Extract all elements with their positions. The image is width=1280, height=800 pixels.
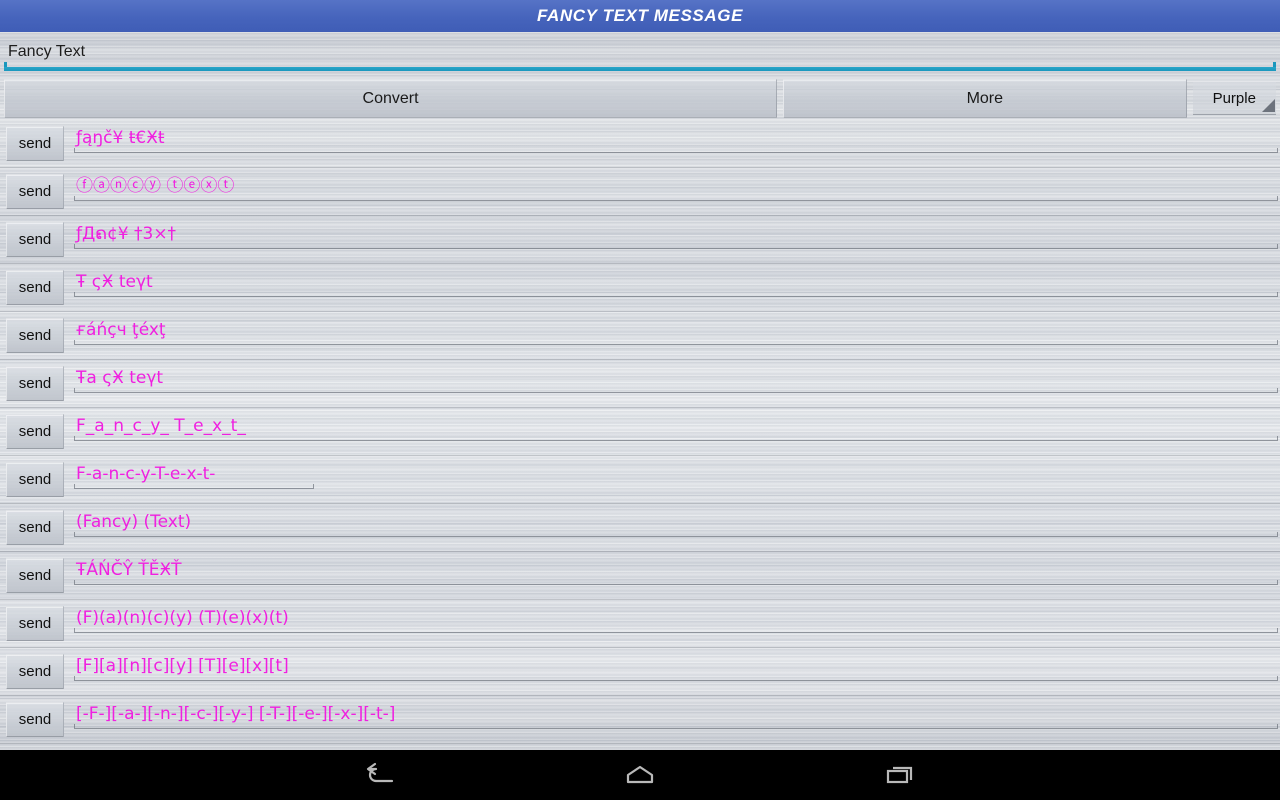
send-button[interactable]: send: [6, 270, 64, 305]
list-item: send [F][a][n][c][y] [T][e][x][t]: [0, 648, 1280, 696]
send-button[interactable]: send: [6, 558, 64, 593]
fancy-text-field-wrapper: F-a-n-c-y-T-e-x-t-: [74, 460, 1280, 500]
list-item: send ғáńçч ţéxţ: [0, 312, 1280, 360]
field-underline: [74, 388, 1278, 393]
fancy-text-field[interactable]: ƒąŋč¥ ŧ€Ӿŧ: [74, 124, 1280, 152]
fancy-text-field-wrapper: F_a_n_c_y_ T_e_x_t_: [74, 412, 1280, 452]
fancy-text-field[interactable]: F-a-n-c-y-T-e-x-t-: [74, 460, 1280, 488]
row-separator: [0, 743, 1280, 744]
more-button[interactable]: More: [783, 79, 1187, 118]
send-button[interactable]: send: [6, 702, 64, 737]
field-underline: [74, 580, 1278, 585]
fancy-text-field[interactable]: (F)(a)(n)(c)(y) (T)(e)(x)(t): [74, 604, 1280, 632]
field-underline: [74, 196, 1278, 201]
spinner-dropdown-icon: [1262, 99, 1275, 112]
fancy-text-field-wrapper: ғáńçч ţéxţ: [74, 316, 1280, 356]
app-title: FANCY TEXT MESSAGE: [536, 6, 744, 25]
list-item: send ŦÁŃČŶ ŤĚӾŤ: [0, 552, 1280, 600]
field-underline: [74, 724, 1278, 729]
color-spinner[interactable]: Purple: [1192, 82, 1276, 115]
fancy-text-field-wrapper: ⓕⓐⓝⓒⓨ ⓣⓔⓧⓣ: [74, 172, 1280, 212]
home-icon[interactable]: [610, 755, 670, 795]
list-item: send (Fancy) (Text): [0, 504, 1280, 552]
action-button-strip: Convert More Purple: [0, 79, 1280, 118]
field-underline: [74, 628, 1278, 633]
send-button[interactable]: send: [6, 318, 64, 353]
list-item: send F-a-n-c-y-T-e-x-t-: [0, 456, 1280, 504]
fancy-text-field[interactable]: [-F-][-a-][-n-][-c-][-y-] [-T-][-e-][-x-…: [74, 700, 1280, 728]
app-root: FANCY TEXT MESSAGE Convert More Purple s…: [0, 0, 1280, 800]
fancy-text-field[interactable]: (Fancy) (Text): [74, 508, 1280, 536]
fancy-text-field-wrapper: Ŧ ςӾ teγt: [74, 268, 1280, 308]
send-button[interactable]: send: [6, 222, 64, 257]
fancy-text-field-wrapper: [-F-][-a-][-n-][-c-][-y-] [-T-][-e-][-x-…: [74, 700, 1280, 740]
color-spinner-value: Purple: [1212, 89, 1256, 107]
fancy-text-field[interactable]: ⓕⓐⓝⓒⓨ ⓣⓔⓧⓣ: [74, 172, 1280, 200]
back-icon[interactable]: [350, 755, 410, 795]
fancy-text-field-wrapper: ŦÁŃČŶ ŤĚӾŤ: [74, 556, 1280, 596]
list-item: send F_a_n_c_y_ T_e_x_t_: [0, 408, 1280, 456]
field-underline: [74, 532, 1278, 537]
fancy-text-field-wrapper: (F)(a)(n)(c)(y) (T)(e)(x)(t): [74, 604, 1280, 644]
list-item: send ⓕⓐⓝⓒⓨ ⓣⓔⓧⓣ: [0, 168, 1280, 216]
fancy-text-field[interactable]: ŦÁŃČŶ ŤĚӾŤ: [74, 556, 1280, 584]
fancy-text-field[interactable]: F_a_n_c_y_ T_e_x_t_: [74, 412, 1280, 440]
fancy-text-list: send ƒąŋč¥ ŧ€Ӿŧ send ⓕⓐⓝⓒⓨ ⓣⓔⓧⓣ send ƒДຄ¢¥ †3…: [0, 120, 1280, 750]
field-underline: [74, 484, 314, 489]
fancy-text-field[interactable]: [F][a][n][c][y] [T][e][x][t]: [74, 652, 1280, 680]
fancy-text-field[interactable]: ƒДຄ¢¥ †3×†: [74, 220, 1280, 248]
send-button[interactable]: send: [6, 174, 64, 209]
fancy-text-input[interactable]: [8, 36, 1272, 67]
recent-apps-icon[interactable]: [870, 755, 930, 795]
list-item: send ƒДຄ¢¥ †3×†: [0, 216, 1280, 264]
fancy-text-input-row: [0, 36, 1280, 74]
field-underline: [74, 676, 1278, 681]
send-button[interactable]: send: [6, 366, 64, 401]
field-underline: [74, 340, 1278, 345]
list-item: send Ŧ ςӾ teγt: [0, 264, 1280, 312]
fancy-text-field[interactable]: Ŧa ςӾ teγt: [74, 364, 1280, 392]
list-item: send (F)(a)(n)(c)(y) (T)(e)(x)(t): [0, 600, 1280, 648]
list-item: send Ŧa ςӾ teγt: [0, 360, 1280, 408]
fancy-text-field-wrapper: Ŧa ςӾ teγt: [74, 364, 1280, 404]
send-button[interactable]: send: [6, 606, 64, 641]
fancy-text-field-wrapper: [F][a][n][c][y] [T][e][x][t]: [74, 652, 1280, 692]
field-underline: [74, 292, 1278, 297]
field-underline: [74, 436, 1278, 441]
field-underline: [74, 148, 1278, 153]
fancy-text-field-wrapper: ƒДຄ¢¥ †3×†: [74, 220, 1280, 260]
field-underline: [74, 244, 1278, 249]
send-button[interactable]: send: [6, 462, 64, 497]
send-button[interactable]: send: [6, 654, 64, 689]
send-button[interactable]: send: [6, 414, 64, 449]
app-title-bar: FANCY TEXT MESSAGE: [0, 0, 1280, 32]
fancy-text-field[interactable]: ғáńçч ţéxţ: [74, 316, 1280, 344]
fancy-text-field-wrapper: (Fancy) (Text): [74, 508, 1280, 548]
input-focus-underline: [4, 62, 1276, 71]
list-item: send [-F-][-a-][-n-][-c-][-y-] [-T-][-e-]…: [0, 696, 1280, 744]
convert-button[interactable]: Convert: [4, 79, 778, 118]
send-button[interactable]: send: [6, 126, 64, 161]
list-item: send ƒąŋč¥ ŧ€Ӿŧ: [0, 120, 1280, 168]
android-navigation-bar: [0, 750, 1280, 800]
fancy-text-field-wrapper: ƒąŋč¥ ŧ€Ӿŧ: [74, 124, 1280, 164]
fancy-text-field[interactable]: Ŧ ςӾ teγt: [74, 268, 1280, 296]
send-button[interactable]: send: [6, 510, 64, 545]
